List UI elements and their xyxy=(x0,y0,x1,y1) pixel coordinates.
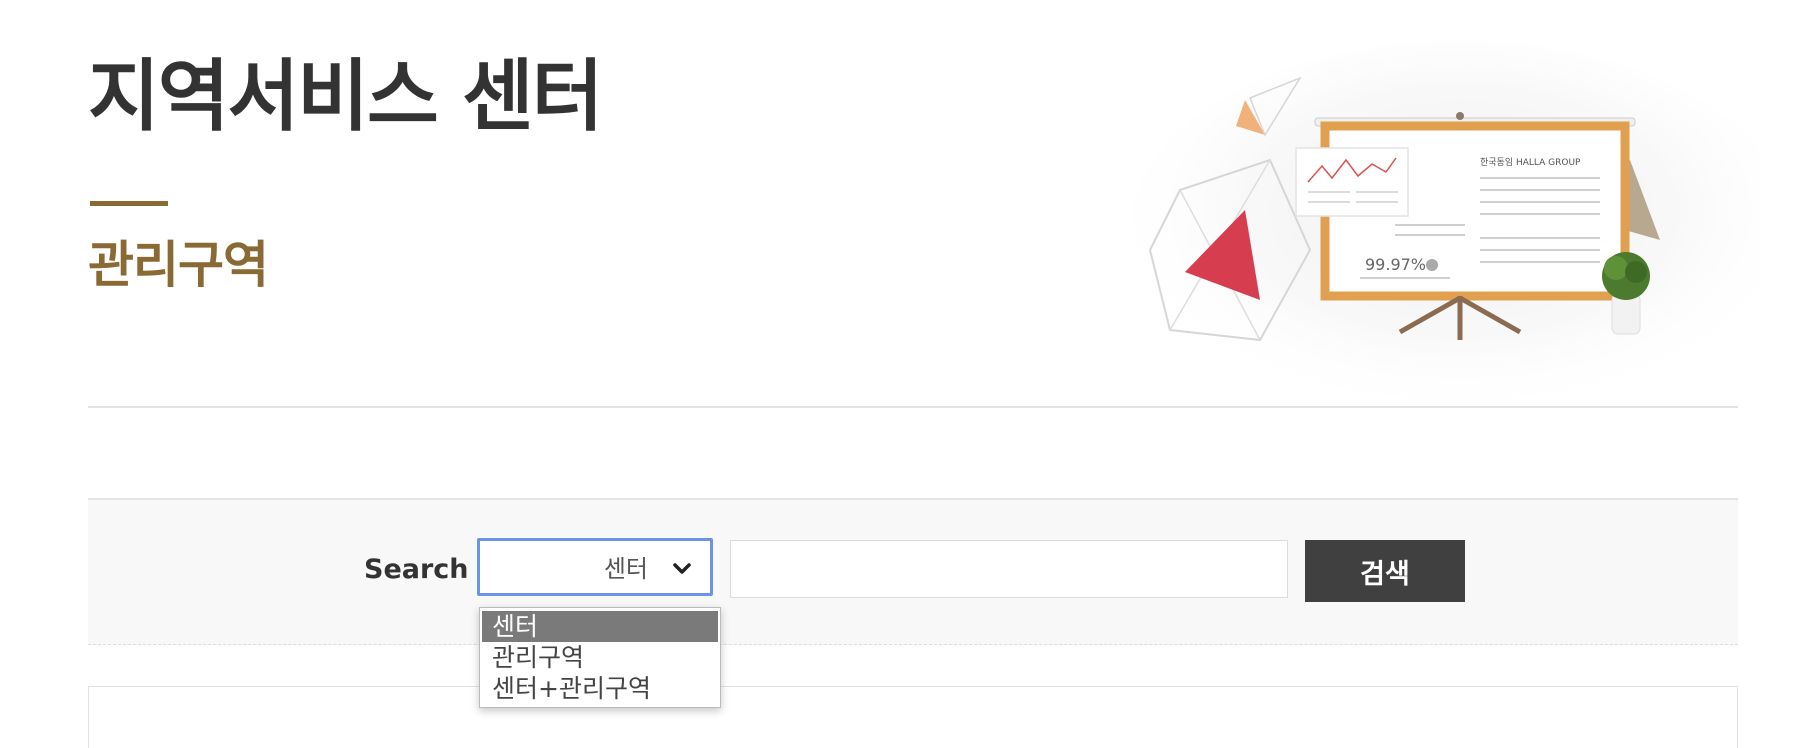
svg-text:한국동임 HALLA GROUP: 한국동임 HALLA GROUP xyxy=(1480,156,1581,168)
dropdown-option-management-zone[interactable]: 관리구역 xyxy=(482,642,718,673)
search-type-selected-value: 센터 xyxy=(603,555,648,583)
results-area xyxy=(88,686,1738,748)
search-button[interactable]: 검색 xyxy=(1305,540,1465,602)
search-panel: Search 센터 검색 xyxy=(88,498,1738,645)
title-accent-line xyxy=(90,201,168,206)
page-title: 지역서비스 센터 xyxy=(88,52,603,142)
dropdown-option-center-and-zone[interactable]: 센터+관리구역 xyxy=(482,673,718,704)
header-divider xyxy=(88,406,1738,408)
page-subtitle: 관리구역 xyxy=(88,236,269,294)
chevron-down-icon xyxy=(672,560,692,578)
search-label: Search xyxy=(364,554,469,585)
hero-illustration: 한국동임 HALLA GROUP 99.97% xyxy=(1060,40,1760,410)
dropdown-option-center[interactable]: 센터 xyxy=(482,611,718,642)
search-type-dropdown-list: 센터 관리구역 센터+관리구역 xyxy=(479,607,721,708)
search-input[interactable] xyxy=(730,540,1288,598)
page: 지역서비스 센터 관리구역 한국동임 HALLA GROUP 99.97% Se… xyxy=(0,0,1808,748)
search-type-select[interactable]: 센터 xyxy=(477,538,713,596)
svg-text:99.97%: 99.97% xyxy=(1365,255,1426,274)
